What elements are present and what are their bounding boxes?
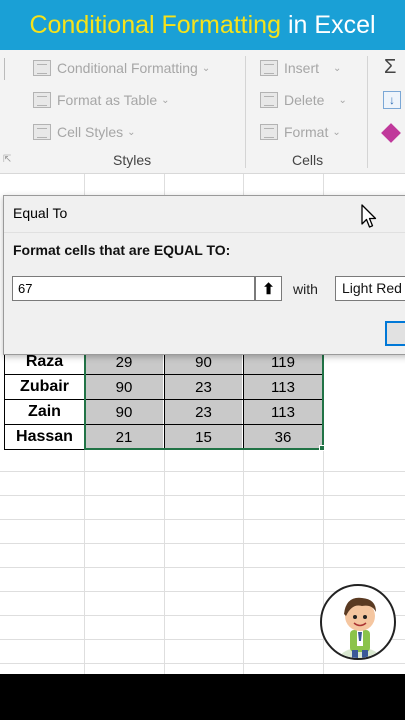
dialog-launcher-icon[interactable]: ⇱ <box>3 154 11 165</box>
format-cells-icon <box>260 124 278 140</box>
arrow-up-icon: ⬆ <box>262 280 275 298</box>
format-label: Format <box>284 124 329 140</box>
presenter-avatar <box>320 584 396 660</box>
delete-label: Delete <box>284 92 325 108</box>
delete-button[interactable]: Delete ⌄ <box>260 92 347 108</box>
cell-styles-icon <box>33 124 51 140</box>
chevron-down-icon: ⌄ <box>332 126 341 138</box>
format-as-table-icon <box>33 92 51 108</box>
dialog-prompt: Format cells that are EQUAL TO: <box>13 242 231 258</box>
mouse-pointer-icon <box>361 204 377 228</box>
name-cell[interactable]: Zain <box>5 400 84 424</box>
equal-value-input[interactable] <box>12 276 255 301</box>
conditional-formatting-button[interactable]: Conditional Formatting ⌄ <box>33 60 210 76</box>
with-label: with <box>293 281 318 297</box>
group-separator <box>367 56 368 168</box>
chevron-down-icon: ⌄ <box>333 62 342 74</box>
insert-button[interactable]: Insert ⌄ <box>260 60 341 76</box>
ribbon: Conditional Formatting ⌄ Format as Table… <box>0 50 405 174</box>
bottom-bar <box>0 674 405 720</box>
delete-cells-icon <box>260 92 278 108</box>
conditional-formatting-label: Conditional Formatting <box>57 60 198 76</box>
name-cell[interactable]: Hassan <box>5 425 84 449</box>
table-border <box>4 449 84 450</box>
chevron-down-icon: ⌄ <box>127 126 136 138</box>
fill-down-icon[interactable]: ↓ <box>383 91 401 109</box>
group-separator <box>245 56 246 168</box>
ribbon-left-edge <box>0 58 5 80</box>
selection-range[interactable] <box>84 340 324 450</box>
collapse-dialog-button[interactable]: ⬆ <box>255 276 282 301</box>
banner-title-rest: in Excel <box>287 10 376 39</box>
insert-cells-icon <box>260 60 278 76</box>
name-cell[interactable]: Zubair <box>5 375 84 399</box>
cells-group-label: Cells <box>292 152 324 168</box>
banner-title-highlight: Conditional Formatting <box>29 10 281 39</box>
screen: Conditional Formatting in Excel Conditio… <box>0 0 405 720</box>
dialog-divider <box>4 232 405 233</box>
styles-group-label: Styles <box>113 152 152 168</box>
chevron-down-icon: ⌄ <box>338 94 347 106</box>
clear-eraser-icon[interactable] <box>381 123 401 143</box>
sum-icon[interactable]: Σ <box>384 56 396 79</box>
dialog-title: Equal To <box>13 205 68 221</box>
format-as-table-button[interactable]: Format as Table ⌄ <box>33 92 170 108</box>
equal-to-dialog: Equal To Format cells that are EQUAL TO:… <box>3 195 405 355</box>
fill-handle[interactable] <box>319 445 325 451</box>
format-button[interactable]: Format ⌄ <box>260 124 341 140</box>
cell-styles-label: Cell Styles <box>57 124 124 140</box>
insert-label: Insert <box>284 60 320 76</box>
format-as-table-label: Format as Table <box>57 92 158 108</box>
ok-button[interactable] <box>385 321 405 346</box>
format-style-select[interactable]: Light Red Fill with Dark Red Text <box>335 276 405 301</box>
title-banner: Conditional Formatting in Excel <box>0 0 405 50</box>
conditional-formatting-icon <box>33 60 51 76</box>
cell-styles-button[interactable]: Cell Styles ⌄ <box>33 124 136 140</box>
chevron-down-icon: ⌄ <box>201 62 211 74</box>
chevron-down-icon: ⌄ <box>161 94 170 106</box>
